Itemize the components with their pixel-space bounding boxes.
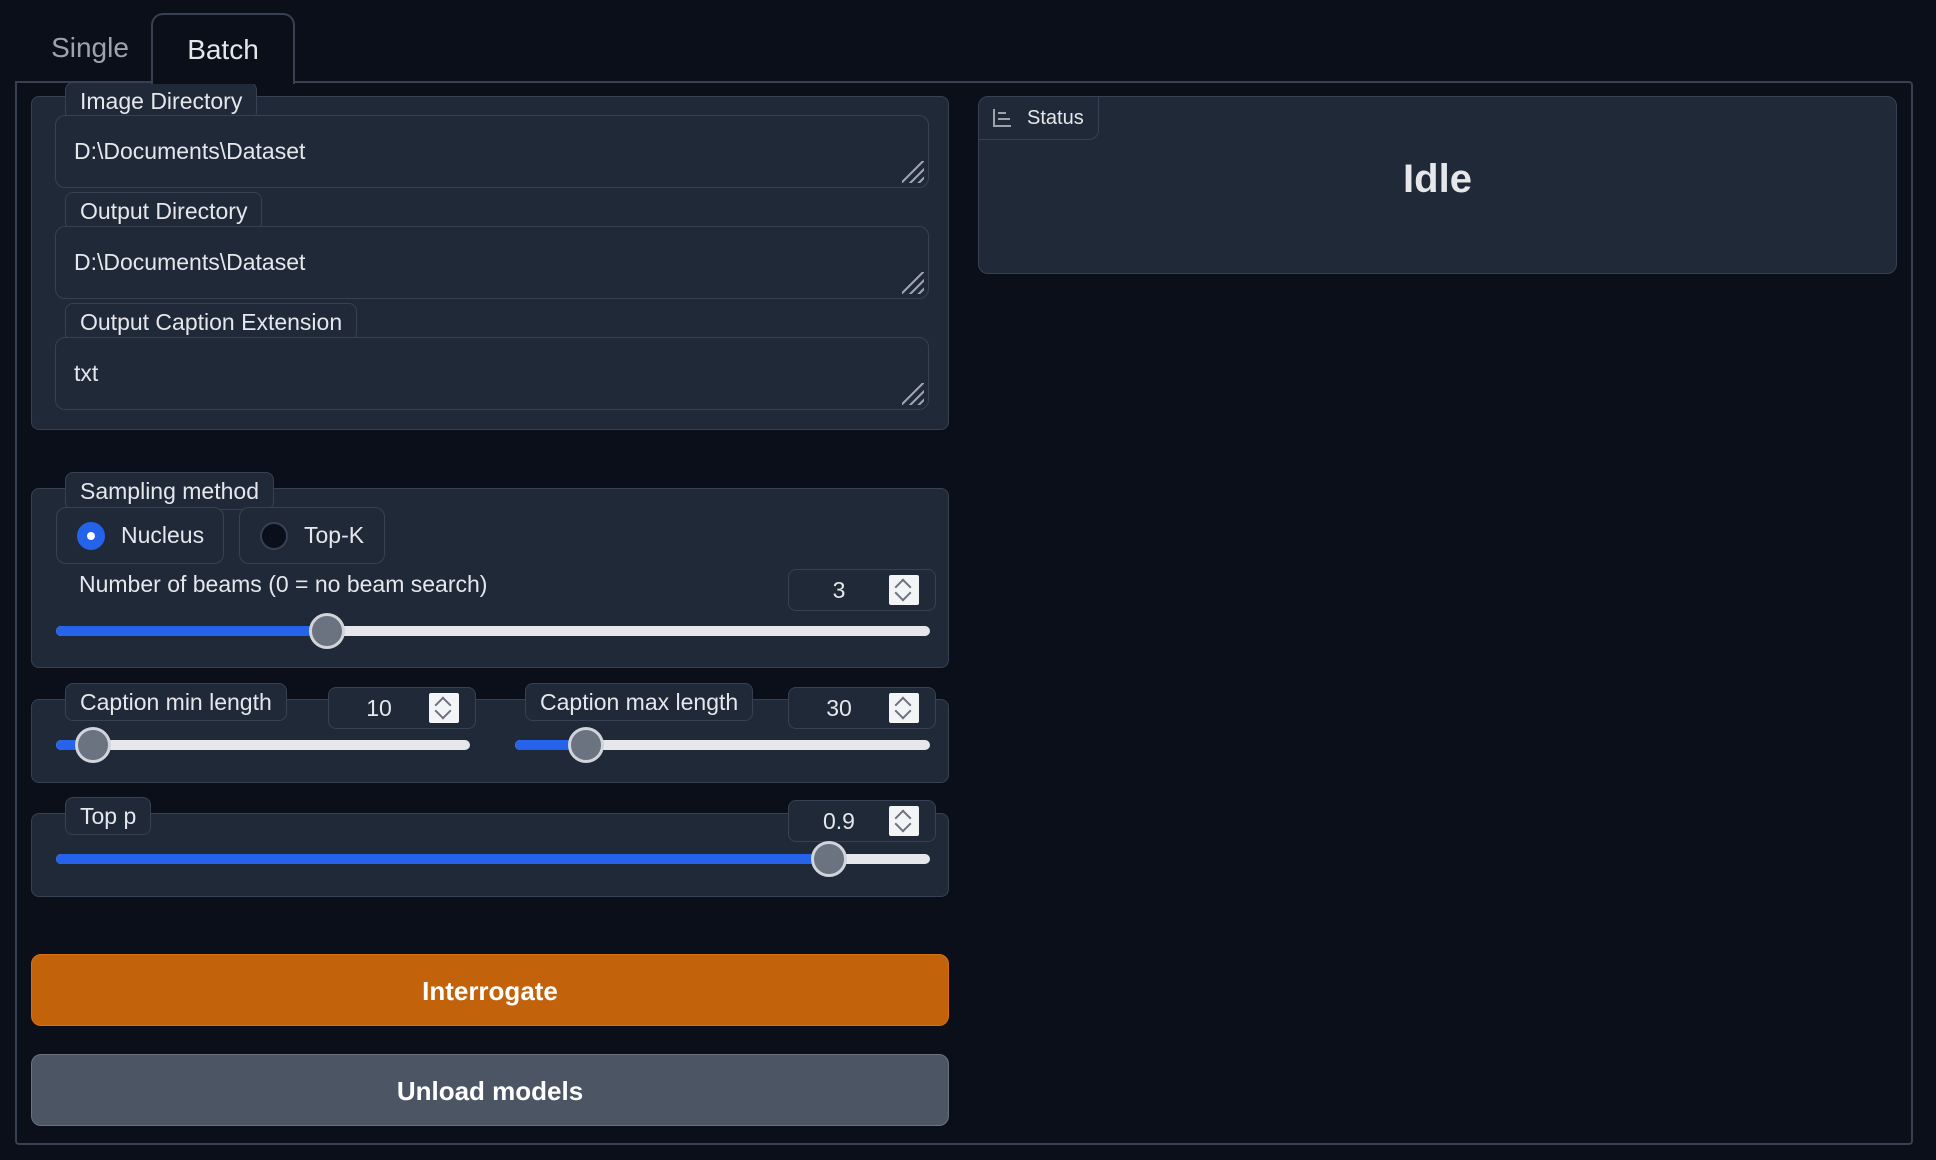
status-label: Status xyxy=(1027,106,1084,129)
tab-batch[interactable]: Batch xyxy=(151,13,295,84)
interrogate-button[interactable]: Interrogate xyxy=(31,954,949,1026)
radio-top-k[interactable]: Top-K xyxy=(239,507,385,564)
spinner-icon[interactable] xyxy=(889,806,919,836)
chart-icon xyxy=(993,109,1011,127)
radio-unchecked-icon xyxy=(260,521,288,550)
sampling-method-label: Sampling method xyxy=(65,472,274,510)
beams-slider-thumb[interactable] xyxy=(308,613,345,649)
caption-min-value: 10 xyxy=(366,695,392,721)
tab-single[interactable]: Single xyxy=(30,13,150,83)
radio-top-k-label: Top-K xyxy=(304,522,365,548)
spinner-icon[interactable] xyxy=(889,575,919,605)
caption-min-slider[interactable] xyxy=(56,727,470,763)
resize-handle-icon[interactable] xyxy=(902,272,924,294)
caption-length-block: Caption min length 10 Caption max length… xyxy=(31,683,949,783)
spinner-icon[interactable] xyxy=(889,693,919,723)
caption-min-number-input[interactable]: 10 xyxy=(328,687,476,729)
unload-models-button[interactable]: Unload models xyxy=(31,1054,949,1126)
output-directory-input[interactable]: D:\Documents\Dataset xyxy=(55,226,929,299)
image-directory-input[interactable]: D:\Documents\Dataset xyxy=(55,115,929,188)
radio-nucleus-label: Nucleus xyxy=(121,522,205,548)
status-panel: Status Idle xyxy=(978,96,1897,274)
top-p-slider[interactable] xyxy=(56,841,930,877)
radio-checked-icon xyxy=(77,521,105,550)
top-p-block: Top p 0.9 xyxy=(31,797,949,897)
directories-block: Image Directory D:\Documents\Dataset Out… xyxy=(31,82,949,430)
output-directory-label: Output Directory xyxy=(65,192,263,230)
beams-slider-fill xyxy=(56,626,327,636)
status-tag: Status xyxy=(979,97,1099,140)
beams-value: 3 xyxy=(832,577,846,603)
caption-max-value: 30 xyxy=(826,695,852,721)
resize-handle-icon[interactable] xyxy=(902,383,924,405)
top-p-slider-fill xyxy=(56,854,830,864)
top-p-value: 0.9 xyxy=(823,808,855,834)
top-p-label: Top p xyxy=(65,797,152,835)
radio-nucleus[interactable]: Nucleus xyxy=(56,507,224,564)
output-caption-extension-input[interactable]: txt xyxy=(55,337,929,410)
beams-number-input[interactable]: 3 xyxy=(788,569,936,611)
caption-min-slider-thumb[interactable] xyxy=(75,727,112,763)
output-caption-extension-value: txt xyxy=(74,360,99,386)
caption-max-slider-thumb[interactable] xyxy=(567,727,604,763)
caption-min-label: Caption min length xyxy=(65,683,287,721)
image-directory-value: D:\Documents\Dataset xyxy=(74,138,306,164)
sampling-block: Sampling method Nucleus Top-K Number of … xyxy=(31,472,949,668)
top-p-number-input[interactable]: 0.9 xyxy=(788,800,936,842)
output-caption-extension-label: Output Caption Extension xyxy=(65,303,358,341)
caption-max-slider[interactable] xyxy=(515,727,930,763)
spinner-icon[interactable] xyxy=(429,693,459,723)
caption-max-label: Caption max length xyxy=(525,683,754,721)
beams-slider[interactable] xyxy=(56,613,930,649)
caption-max-number-input[interactable]: 30 xyxy=(788,687,936,729)
beams-label: Number of beams (0 = no beam search) xyxy=(79,571,488,597)
output-directory-value: D:\Documents\Dataset xyxy=(74,249,306,275)
top-p-slider-thumb[interactable] xyxy=(811,841,848,877)
status-value: Idle xyxy=(1403,157,1472,201)
resize-handle-icon[interactable] xyxy=(902,161,924,183)
